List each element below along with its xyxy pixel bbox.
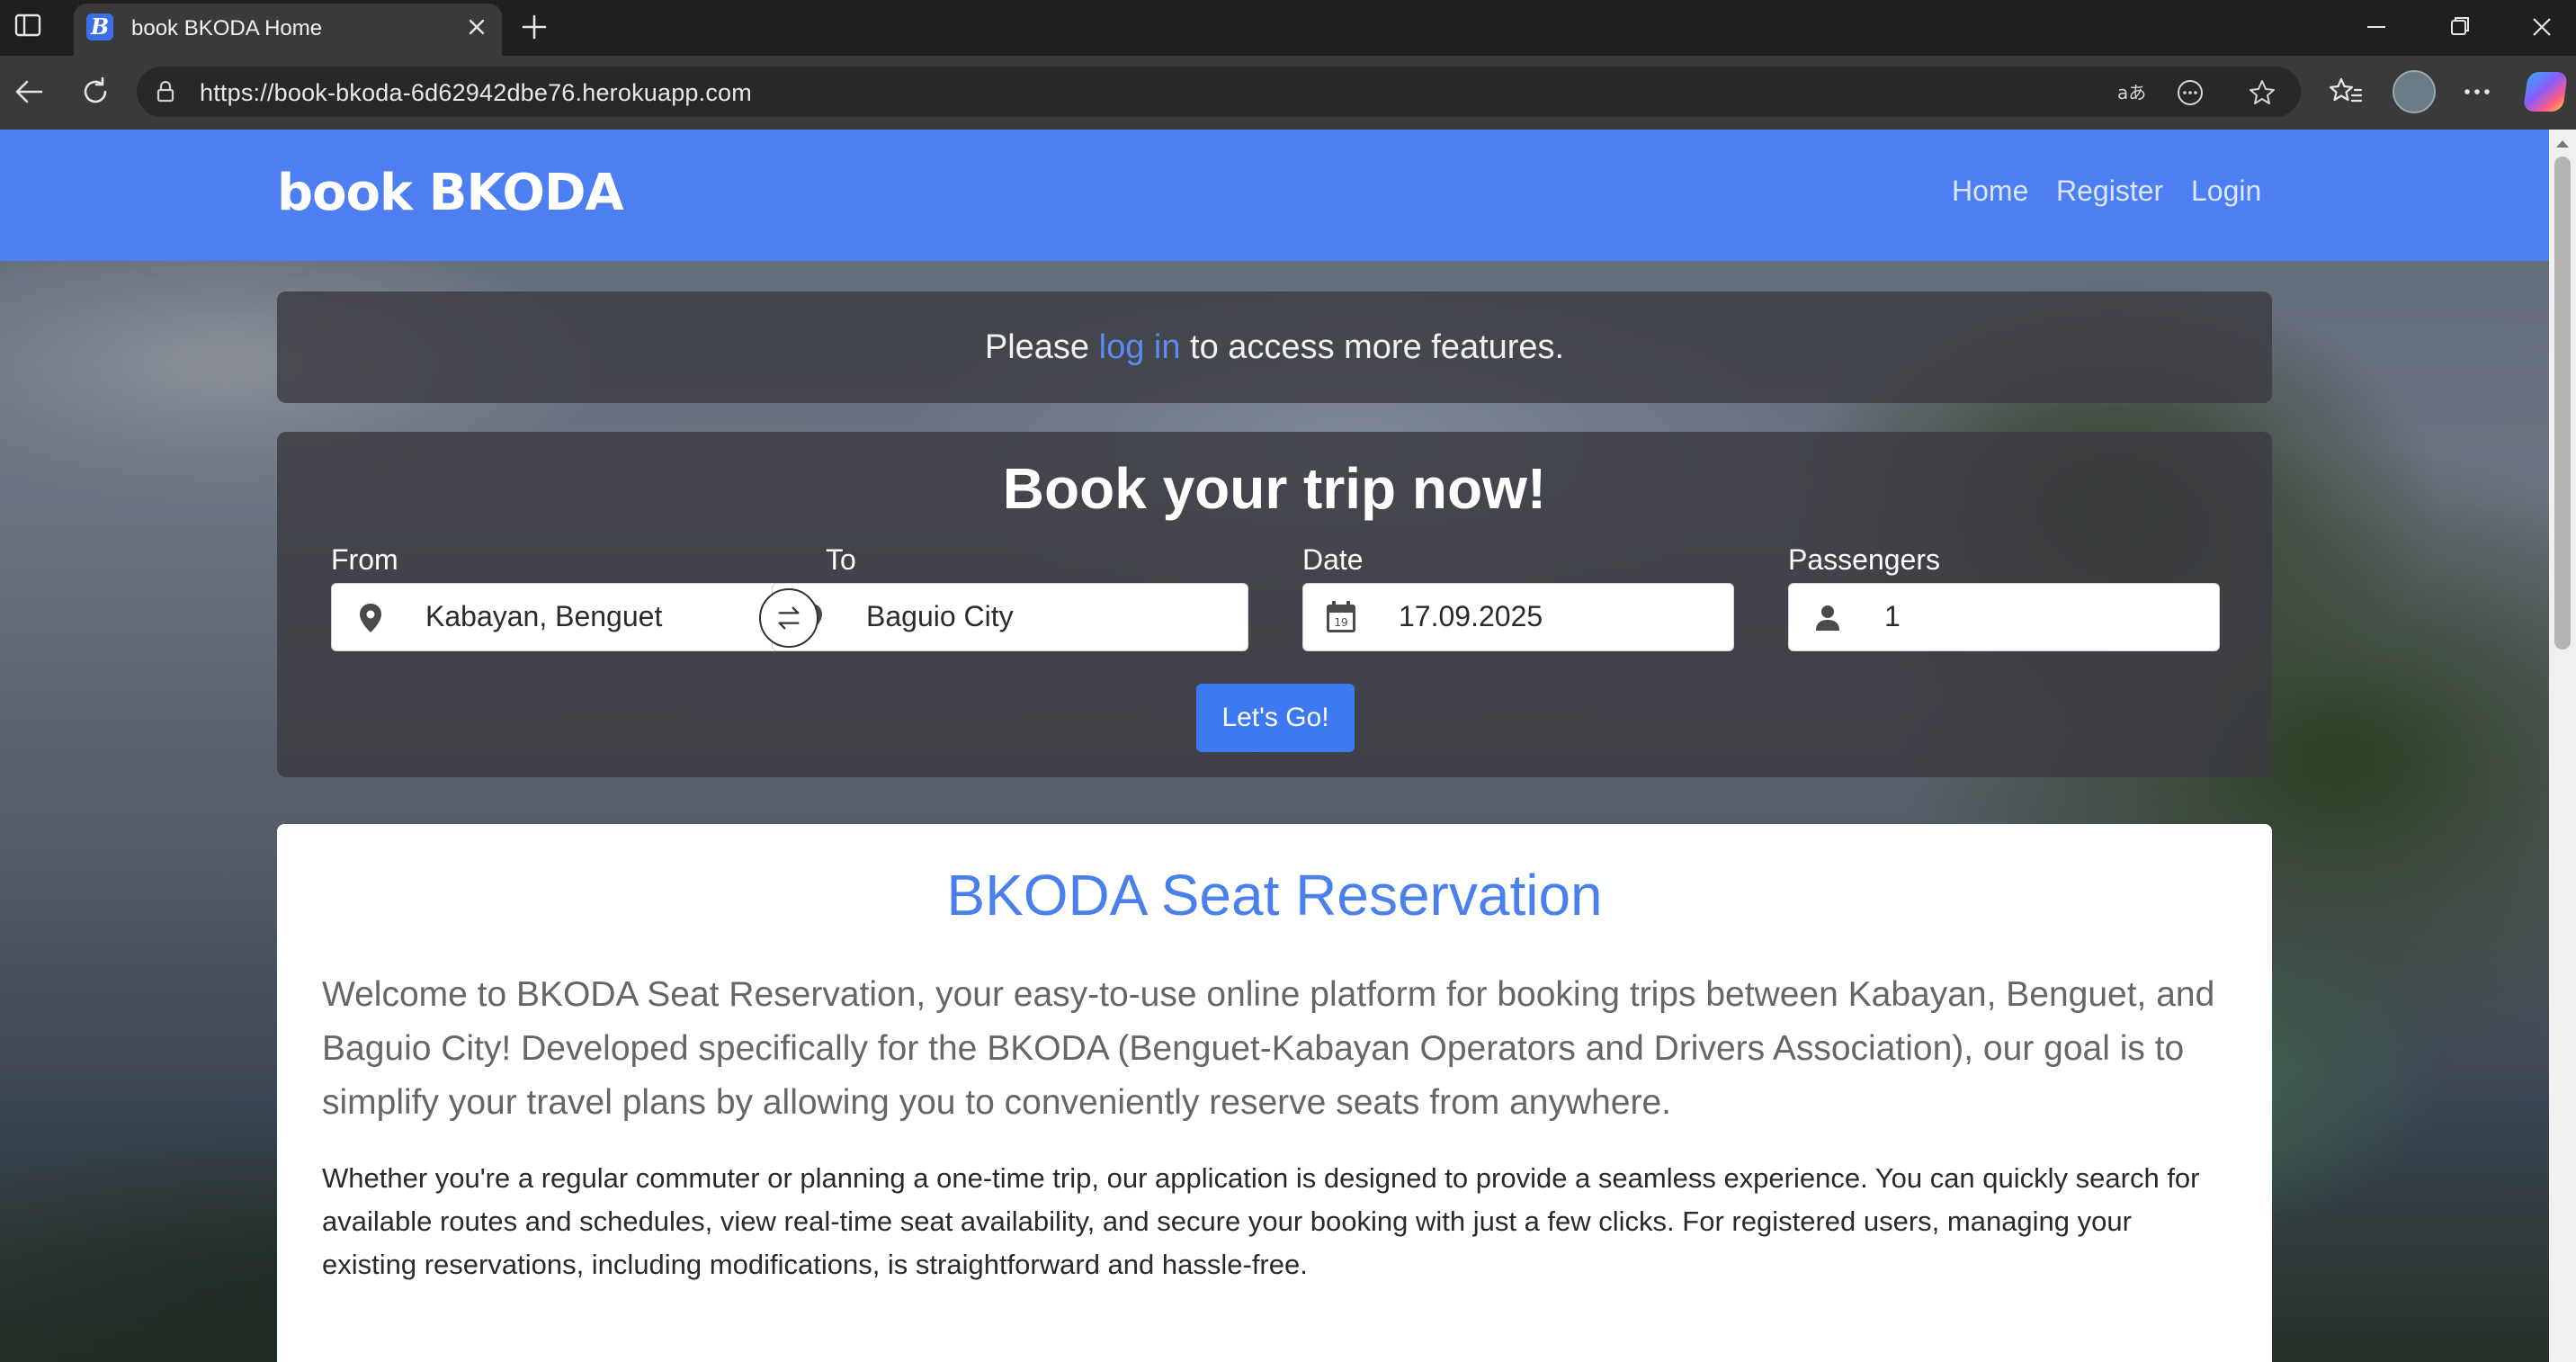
booking-heading: Book your trip now! [1002, 456, 1547, 521]
date-label: Date [1302, 543, 1364, 576]
booking-form: Book your trip now! From Kabayan, Bengue… [277, 432, 2272, 777]
user-icon [1812, 602, 1843, 634]
nav-link-register[interactable]: Register [2056, 175, 2163, 208]
passengers-value: 1 [1884, 600, 1901, 632]
browser-tab[interactable]: B book BKODA Home [74, 4, 502, 56]
page-viewport: book BKODA Home Register Login Please lo… [0, 130, 2549, 1362]
restore-icon[interactable] [2432, 9, 2486, 45]
copilot-icon[interactable] [2522, 72, 2569, 112]
svg-text:aあ: aあ [2117, 82, 2146, 103]
minimize-icon[interactable] [2349, 9, 2403, 45]
scroll-up-arrow-icon[interactable] [2553, 135, 2572, 153]
site-navbar: book BKODA Home Register Login [0, 130, 2549, 261]
back-icon[interactable] [11, 74, 47, 110]
nav-link-login[interactable]: Login [2191, 175, 2261, 208]
profile-avatar[interactable] [2393, 70, 2436, 113]
nav-link-home[interactable]: Home [1952, 175, 2028, 208]
new-tab-icon[interactable] [518, 11, 550, 43]
calendar-icon-day: 19 [1334, 616, 1347, 629]
swap-locations-button[interactable] [759, 588, 818, 648]
calendar-icon: 19 [1325, 600, 1355, 632]
close-window-icon[interactable] [2515, 9, 2569, 45]
location-pin-icon [355, 602, 386, 634]
to-field[interactable]: Baguio City [772, 583, 1248, 651]
about-body-paragraph: Whether you're a regular commuter or pla… [322, 1162, 2200, 1280]
about-title: BKODA Seat Reservation [946, 863, 1603, 927]
notice-text: Please log in to access more features. [277, 291, 2272, 403]
tab-actions-icon[interactable] [14, 13, 41, 38]
favorites-icon[interactable] [2328, 74, 2364, 110]
notice-suffix: to access more features. [1190, 328, 1565, 366]
passengers-field[interactable]: 1 [1788, 583, 2220, 651]
close-icon[interactable] [464, 14, 489, 40]
about-lead-paragraph: Welcome to BKODA Seat Reservation, your … [322, 975, 2215, 1122]
date-value: 17.09.2025 [1399, 600, 1543, 632]
to-value: Baguio City [866, 600, 1014, 632]
address-bar[interactable]: https://book-bkoda-6d62942dbe76.herokuap… [137, 67, 2301, 117]
reload-icon[interactable] [77, 74, 113, 110]
login-link[interactable]: log in [1099, 328, 1181, 366]
favicon-icon: B [86, 13, 113, 40]
settings-more-icon[interactable] [2459, 74, 2495, 110]
date-field[interactable]: 19 17.09.2025 [1302, 583, 1734, 651]
about-card: BKODA Seat Reservation Welcome to BKODA … [277, 824, 2272, 1362]
scrollbar-thumb[interactable] [2554, 157, 2571, 650]
more-tools-icon[interactable] [2175, 77, 2205, 108]
favorite-star-icon[interactable] [2247, 77, 2277, 108]
site-info-icon[interactable] [153, 79, 178, 104]
read-aloud-icon[interactable]: aあ [2115, 77, 2146, 108]
lets-go-button[interactable]: Let's Go! [1196, 684, 1355, 752]
to-label: To [826, 543, 856, 576]
from-field[interactable]: Kabayan, Benguet [331, 583, 781, 651]
passengers-label: Passengers [1788, 543, 1940, 576]
login-notice: Please log in to access more features. [277, 291, 2272, 403]
browser-toolbar: https://book-bkoda-6d62942dbe76.herokuap… [0, 56, 2576, 130]
brand-logo[interactable]: book BKODA [277, 164, 624, 222]
from-label: From [331, 543, 398, 576]
browser-tabstrip: B book BKODA Home [0, 0, 2576, 56]
url-text[interactable]: https://book-bkoda-6d62942dbe76.herokuap… [200, 79, 752, 107]
from-value: Kabayan, Benguet [425, 600, 663, 632]
tab-title: book BKODA Home [131, 16, 323, 40]
notice-prefix: Please [984, 328, 1090, 366]
